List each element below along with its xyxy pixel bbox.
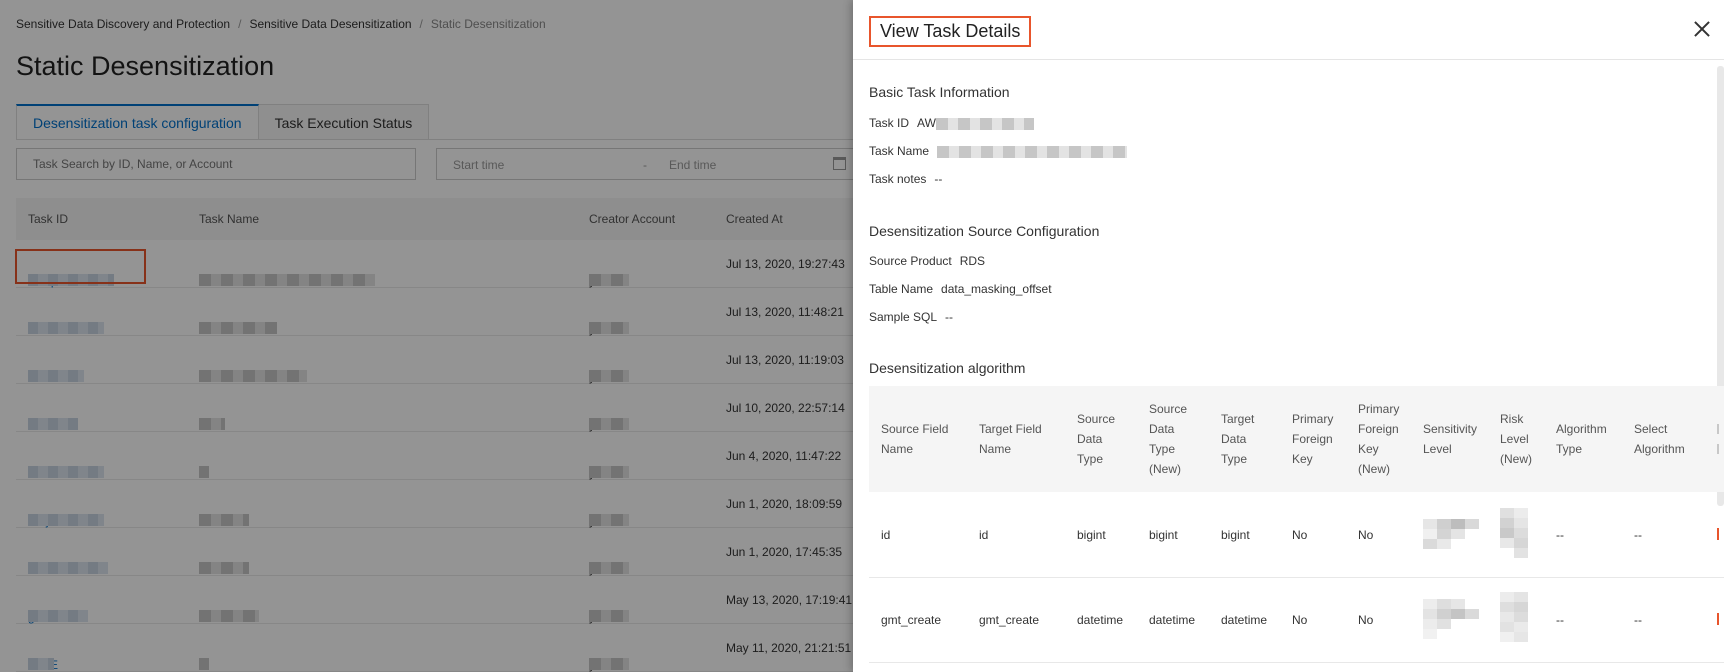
header-risk-level-new: Risk Level (New) bbox=[1500, 412, 1532, 466]
table-name-label: Table Name bbox=[869, 282, 934, 296]
header-algorithm-type: Algorithm Type bbox=[1556, 422, 1607, 456]
source-product-label: Source Product bbox=[869, 254, 952, 268]
header-column-overflow-hint bbox=[1717, 424, 1719, 434]
task-name-value bbox=[937, 144, 1128, 158]
header-select-algorithm: Select Algorithm bbox=[1634, 422, 1685, 456]
target-field-name: id bbox=[979, 528, 989, 542]
primary-foreign-key: No bbox=[1292, 613, 1308, 627]
task-notes-row: Task notes -- bbox=[869, 172, 942, 186]
source-data-type: datetime bbox=[1077, 613, 1124, 627]
algorithm-table: Source Field Name Target Field Name Source… bbox=[869, 386, 1724, 663]
header-target-field-name: Target Field Name bbox=[979, 422, 1042, 456]
drawer-title: View Task Details bbox=[869, 16, 1032, 47]
task-notes-label: Task notes bbox=[869, 172, 927, 186]
task-name-label: Task Name bbox=[869, 144, 930, 158]
close-icon[interactable] bbox=[1692, 19, 1712, 39]
sensitivity-level-redacted bbox=[1423, 519, 1479, 549]
row-overflow-hint bbox=[1717, 528, 1719, 540]
target-field-name: gmt_create bbox=[979, 613, 1040, 627]
source-data-type: bigint bbox=[1077, 528, 1106, 542]
sensitivity-level-redacted bbox=[1423, 599, 1479, 639]
primary-foreign-key: No bbox=[1292, 528, 1308, 542]
table-name-row: Table Name data_masking_offset bbox=[869, 282, 1052, 296]
header-column-overflow-hint-2 bbox=[1717, 444, 1719, 454]
target-data-type: bigint bbox=[1221, 528, 1250, 542]
drawer-header: View Task Details bbox=[853, 0, 1724, 60]
select-algorithm[interactable]: -- bbox=[1634, 528, 1642, 542]
select-algorithm[interactable]: -- bbox=[1634, 613, 1642, 627]
task-details-drawer: View Task Details Basic Task Information… bbox=[853, 0, 1724, 672]
task-name-row: Task Name bbox=[869, 144, 1128, 158]
source-data-type-new: bigint bbox=[1149, 528, 1178, 542]
primary-foreign-key-new: No bbox=[1358, 613, 1374, 627]
header-source-field-name: Source Field Name bbox=[881, 422, 949, 456]
task-notes-value: -- bbox=[934, 172, 943, 186]
risk-level-redacted bbox=[1500, 592, 1528, 642]
task-id-value: AW bbox=[917, 116, 1034, 130]
algorithm-type: -- bbox=[1556, 528, 1564, 542]
risk-level-redacted bbox=[1500, 508, 1528, 558]
sample-sql-row: Sample SQL -- bbox=[869, 310, 953, 324]
target-data-type: datetime bbox=[1221, 613, 1268, 627]
source-data-type-new: datetime bbox=[1149, 613, 1196, 627]
primary-foreign-key-new: No bbox=[1358, 528, 1374, 542]
task-id-label: Task ID bbox=[869, 116, 910, 130]
header-primary-foreign-key: Primary Foreign Key bbox=[1292, 412, 1334, 466]
header-primary-foreign-key-new: Primary Foreign Key (New) bbox=[1358, 402, 1400, 476]
section-title-source: Desensitization Source Configuration bbox=[869, 223, 1100, 239]
source-field-name: id bbox=[881, 528, 891, 542]
sample-sql-value: -- bbox=[945, 310, 954, 324]
source-field-name: gmt_create bbox=[881, 613, 942, 627]
header-source-data-type: Source Data Type bbox=[1077, 412, 1116, 466]
algorithm-type: -- bbox=[1556, 613, 1564, 627]
sample-sql-label: Sample SQL bbox=[869, 310, 938, 324]
source-product-value: RDS bbox=[959, 254, 986, 268]
algorithm-table-header: Source Field Name Target Field Name Source… bbox=[869, 386, 1724, 492]
section-title-basic: Basic Task Information bbox=[869, 84, 1010, 100]
row-overflow-hint bbox=[1717, 613, 1719, 625]
table-row: id id bigint bigint bigint No No -- -- bbox=[869, 492, 1724, 578]
header-target-data-type: Target Data Type bbox=[1221, 412, 1255, 466]
section-title-algorithm: Desensitization algorithm bbox=[869, 360, 1026, 376]
table-row: gmt_create gmt_create datetime datetime … bbox=[869, 578, 1724, 663]
table-name-value: data_masking_offset bbox=[941, 282, 1052, 296]
header-sensitivity-level: Sensitivity Level bbox=[1423, 422, 1478, 456]
source-product-row: Source Product RDS bbox=[869, 254, 985, 268]
modal-backdrop[interactable] bbox=[0, 0, 853, 672]
task-id-row: Task ID AW bbox=[869, 116, 1034, 130]
header-source-data-type-new: Source Data Type (New) bbox=[1149, 402, 1188, 476]
